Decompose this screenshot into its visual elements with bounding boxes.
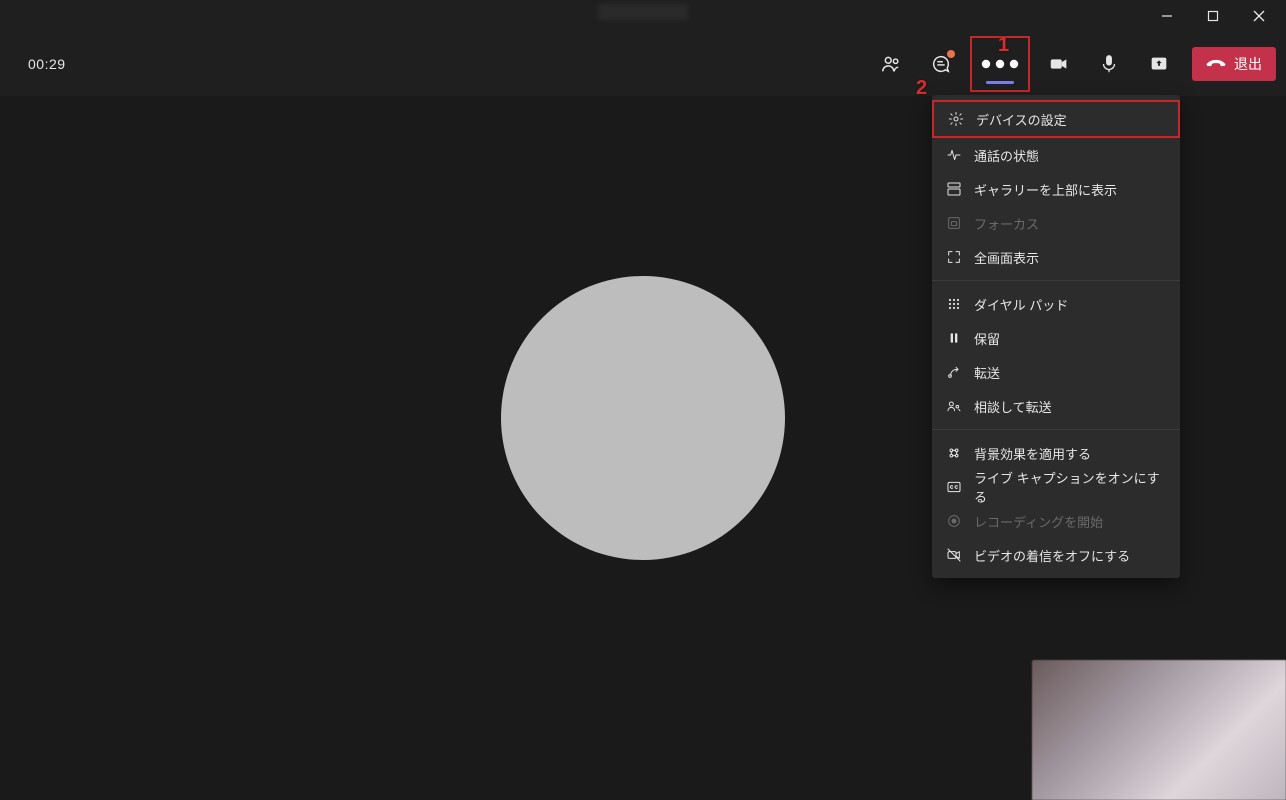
menu-item-label: 転送 bbox=[974, 363, 1000, 382]
menu-item-transfer[interactable]: 転送 bbox=[932, 355, 1180, 389]
participant-avatar-placeholder bbox=[501, 276, 785, 560]
people-icon bbox=[880, 53, 902, 75]
chat-notification-dot bbox=[947, 50, 955, 58]
menu-item-label: 全画面表示 bbox=[974, 248, 1039, 267]
menu-item-device_settings[interactable]: デバイスの設定 bbox=[932, 100, 1180, 138]
participants-button[interactable] bbox=[867, 40, 915, 88]
dialpad-icon bbox=[946, 296, 962, 312]
window-close-button[interactable] bbox=[1236, 0, 1282, 32]
window-title-blurred bbox=[598, 4, 688, 20]
fullscreen-icon bbox=[946, 249, 962, 265]
window-maximize-button[interactable] bbox=[1190, 0, 1236, 32]
leave-call-button[interactable]: 退出 bbox=[1192, 47, 1276, 81]
sparkle-icon bbox=[946, 445, 962, 461]
menu-item-label: デバイスの設定 bbox=[976, 110, 1067, 129]
menu-item-focus: フォーカス bbox=[932, 206, 1180, 240]
more-active-underline bbox=[986, 81, 1014, 84]
self-view-thumbnail[interactable] bbox=[1032, 660, 1286, 800]
record-icon bbox=[946, 513, 962, 529]
menu-item-label: 背景効果を適用する bbox=[974, 444, 1091, 463]
pause-icon bbox=[946, 330, 962, 346]
leave-label: 退出 bbox=[1234, 54, 1262, 74]
share-screen-button[interactable] bbox=[1135, 40, 1183, 88]
more-actions-menu: デバイスの設定通話の状態ギャラリーを上部に表示フォーカス全画面表示ダイヤル パッ… bbox=[932, 95, 1180, 578]
maximize-icon bbox=[1207, 10, 1219, 22]
activity-icon bbox=[946, 147, 962, 163]
menu-separator bbox=[932, 280, 1180, 281]
menu-item-incoming_video_off[interactable]: ビデオの着信をオフにする bbox=[932, 538, 1180, 572]
menu-item-consult_transfer[interactable]: 相談して転送 bbox=[932, 389, 1180, 423]
menu-item-label: ダイヤル パッド bbox=[974, 295, 1068, 314]
camera-button[interactable] bbox=[1035, 40, 1083, 88]
video-off-icon bbox=[946, 547, 962, 563]
menu-item-label: 相談して転送 bbox=[974, 397, 1052, 416]
layout-icon bbox=[946, 181, 962, 197]
menu-item-bg_effects[interactable]: 背景効果を適用する bbox=[932, 436, 1180, 470]
focus-icon bbox=[946, 215, 962, 231]
call-timer: 00:29 bbox=[28, 56, 66, 72]
menu-item-label: ライブ キャプションをオンにする bbox=[974, 468, 1166, 506]
menu-item-hold[interactable]: 保留 bbox=[932, 321, 1180, 355]
camera-icon bbox=[1048, 53, 1070, 75]
menu-item-dialpad[interactable]: ダイヤル パッド bbox=[932, 287, 1180, 321]
menu-item-start_recording: レコーディングを開始 bbox=[932, 504, 1180, 538]
menu-item-call_health[interactable]: 通話の状態 bbox=[932, 138, 1180, 172]
window-titlebar bbox=[0, 0, 1286, 32]
menu-item-label: フォーカス bbox=[974, 214, 1039, 233]
menu-item-label: 通話の状態 bbox=[974, 146, 1039, 165]
transfer-icon bbox=[946, 364, 962, 380]
microphone-button[interactable] bbox=[1085, 40, 1133, 88]
share-icon bbox=[1148, 53, 1170, 75]
annotation-1: 1 bbox=[998, 34, 1009, 57]
hangup-icon bbox=[1206, 57, 1226, 71]
minimize-icon bbox=[1161, 10, 1173, 22]
microphone-icon bbox=[1098, 53, 1120, 75]
gear-icon bbox=[948, 111, 964, 127]
menu-item-label: 保留 bbox=[974, 329, 1000, 348]
consult-icon bbox=[946, 398, 962, 414]
menu-item-fullscreen[interactable]: 全画面表示 bbox=[932, 240, 1180, 274]
menu-separator bbox=[932, 429, 1180, 430]
menu-item-label: ギャラリーを上部に表示 bbox=[974, 180, 1117, 199]
call-toolbar: 00:29 bbox=[0, 32, 1286, 96]
menu-item-label: ビデオの着信をオフにする bbox=[974, 546, 1130, 565]
close-icon bbox=[1253, 10, 1265, 22]
menu-item-gallery_top[interactable]: ギャラリーを上部に表示 bbox=[932, 172, 1180, 206]
cc-icon bbox=[946, 479, 962, 495]
menu-item-live_captions[interactable]: ライブ キャプションをオンにする bbox=[932, 470, 1180, 504]
window-minimize-button[interactable] bbox=[1144, 0, 1190, 32]
menu-item-label: レコーディングを開始 bbox=[974, 512, 1103, 531]
